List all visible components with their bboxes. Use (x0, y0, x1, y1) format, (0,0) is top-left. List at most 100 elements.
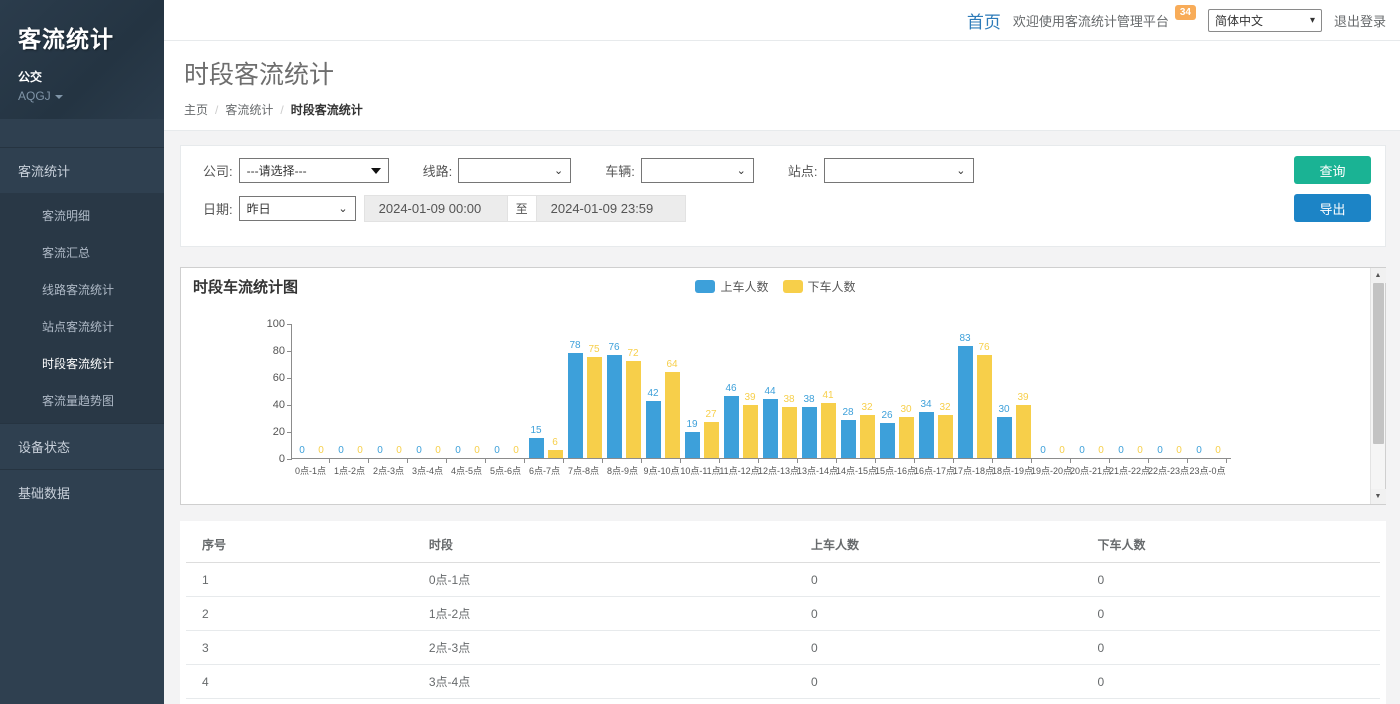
x-axis-label: 5点-6点 (486, 459, 525, 477)
scroll-down-icon[interactable]: ▼ (1371, 489, 1386, 504)
bar-value-label: 0 (299, 445, 305, 456)
bar[interactable] (860, 415, 875, 458)
table-cell: 1点-2点 (413, 597, 795, 631)
table-cell: 0 (795, 563, 1082, 597)
table-row: 43点-4点00 (186, 665, 1380, 699)
sidebar-item-站点客流统计[interactable]: 站点客流统计 (0, 308, 164, 345)
content: 公司: ---请选择--- 线路: ⌄ 车辆: ⌄ 站点: (164, 131, 1400, 704)
bar[interactable] (743, 405, 758, 458)
topbar-welcome-text: 欢迎使用客流统计管理平台 (1013, 11, 1169, 30)
bar[interactable] (958, 346, 973, 458)
bar[interactable] (587, 357, 602, 458)
bar-column: 0 (1055, 323, 1070, 458)
company-label: 公司: (203, 161, 233, 180)
bar-column: 46 (724, 323, 739, 458)
logout-link[interactable]: 退出登录 (1334, 11, 1386, 30)
bar-column: 32 (860, 323, 875, 458)
y-tick-mark (287, 432, 292, 433)
breadcrumb-item[interactable]: 客流统计 (225, 101, 273, 118)
bar-value-label: 46 (725, 383, 736, 394)
language-select[interactable]: 简体中文 ▾ (1208, 9, 1322, 32)
sidebar-item-客流明细[interactable]: 客流明细 (0, 197, 164, 234)
bar[interactable] (919, 412, 934, 458)
x-axis-label: 4点-5点 (447, 459, 486, 477)
bar-value-label: 64 (666, 359, 677, 370)
table-cell: 0 (1081, 631, 1380, 665)
bar[interactable] (977, 355, 992, 458)
bar[interactable] (821, 403, 836, 458)
bar[interactable] (997, 417, 1012, 458)
bar-value-label: 30 (998, 404, 1009, 415)
bar-value-label: 38 (803, 394, 814, 405)
scrollbar-thumb[interactable] (1373, 283, 1384, 444)
sidebar-item-客流汇总[interactable]: 客流汇总 (0, 234, 164, 271)
bar[interactable] (782, 407, 797, 458)
bar[interactable] (646, 401, 661, 458)
breadcrumb-item: 时段客流统计 (291, 101, 363, 118)
bar-column: 0 (509, 323, 524, 458)
bar-value-label: 39 (1017, 392, 1028, 403)
bar-column: 34 (919, 323, 934, 458)
date-start-input[interactable]: 2024-01-09 00:00 (364, 195, 508, 222)
table-cell: 0 (1081, 597, 1380, 631)
bar[interactable] (763, 399, 778, 458)
bar[interactable] (548, 450, 563, 458)
bar[interactable] (841, 420, 856, 458)
station-select[interactable]: ⌄ (824, 158, 974, 183)
bar-value-label: 38 (783, 394, 794, 405)
topbar-home-link[interactable]: 首页 (967, 8, 1001, 33)
bar[interactable] (665, 372, 680, 458)
bar[interactable] (938, 415, 953, 458)
bar[interactable] (802, 407, 817, 458)
sidebar-item-客流量趋势图[interactable]: 客流量趋势图 (0, 382, 164, 419)
bar-column: 0 (412, 323, 427, 458)
bar[interactable] (724, 396, 739, 458)
sidebar-item-时段客流统计[interactable]: 时段客流统计 (0, 345, 164, 382)
bar-value-label: 75 (588, 344, 599, 355)
bar[interactable] (568, 353, 583, 458)
bar-column: 6 (548, 323, 563, 458)
org-code-dropdown[interactable]: AQGJ (18, 89, 146, 103)
chart-scrollbar[interactable]: ▲ ▼ (1370, 268, 1385, 504)
breadcrumb-separator: / (215, 103, 218, 117)
bar[interactable] (685, 432, 700, 458)
date-end-input[interactable]: 2024-01-09 23:59 (536, 195, 686, 222)
sidebar-section-0: 客流统计客流明细客流汇总线路客流统计站点客流统计时段客流统计客流量趋势图 (0, 147, 164, 423)
y-tick-label: 40 (251, 399, 285, 411)
scrollbar-track[interactable] (1371, 283, 1386, 489)
sidebar-section-label[interactable]: 设备状态 (0, 423, 164, 469)
date-preset-select[interactable]: 昨日 ⌄ (239, 196, 356, 221)
bar[interactable] (704, 422, 719, 458)
bar[interactable] (529, 438, 544, 458)
bar[interactable] (899, 417, 914, 458)
scroll-up-icon[interactable]: ▲ (1371, 268, 1386, 283)
table-header-cell: 上车人数 (795, 527, 1082, 563)
filter-row-2: 日期: 昨日 ⌄ 2024-01-09 00:00 至 2024-01-09 2… (195, 195, 1371, 222)
bar-column: 19 (685, 323, 700, 458)
bar-column: 72 (626, 323, 641, 458)
notification-badge[interactable]: 34 (1175, 5, 1196, 20)
vehicle-select[interactable]: ⌄ (641, 158, 754, 183)
export-button[interactable]: 导出 (1294, 194, 1371, 222)
bar[interactable] (1016, 405, 1031, 458)
bar-value-label: 0 (435, 445, 441, 456)
bar-group: 00 (448, 323, 487, 458)
bar[interactable] (607, 355, 622, 458)
company-select[interactable]: ---请选择--- (239, 158, 389, 183)
bar[interactable] (880, 423, 895, 458)
bar-value-label: 76 (978, 342, 989, 353)
breadcrumb-item[interactable]: 主页 (184, 101, 208, 118)
sidebar-item-线路客流统计[interactable]: 线路客流统计 (0, 271, 164, 308)
bar[interactable] (626, 361, 641, 458)
table-cell: 0 (795, 597, 1082, 631)
sidebar-section-label[interactable]: 基础数据 (0, 469, 164, 515)
query-button[interactable]: 查询 (1294, 156, 1371, 184)
bar-column: 0 (1133, 323, 1148, 458)
table-cell: 1 (186, 563, 413, 597)
sidebar-section-label[interactable]: 客流统计 (0, 147, 164, 193)
table-cell: 5 (186, 699, 413, 704)
sidebar-submenu: 客流明细客流汇总线路客流统计站点客流统计时段客流统计客流量趋势图 (0, 193, 164, 423)
bars-row: 0000000000001567875767242641927463944383… (292, 323, 1228, 458)
line-select[interactable]: ⌄ (458, 158, 571, 183)
bar-column: 75 (587, 323, 602, 458)
